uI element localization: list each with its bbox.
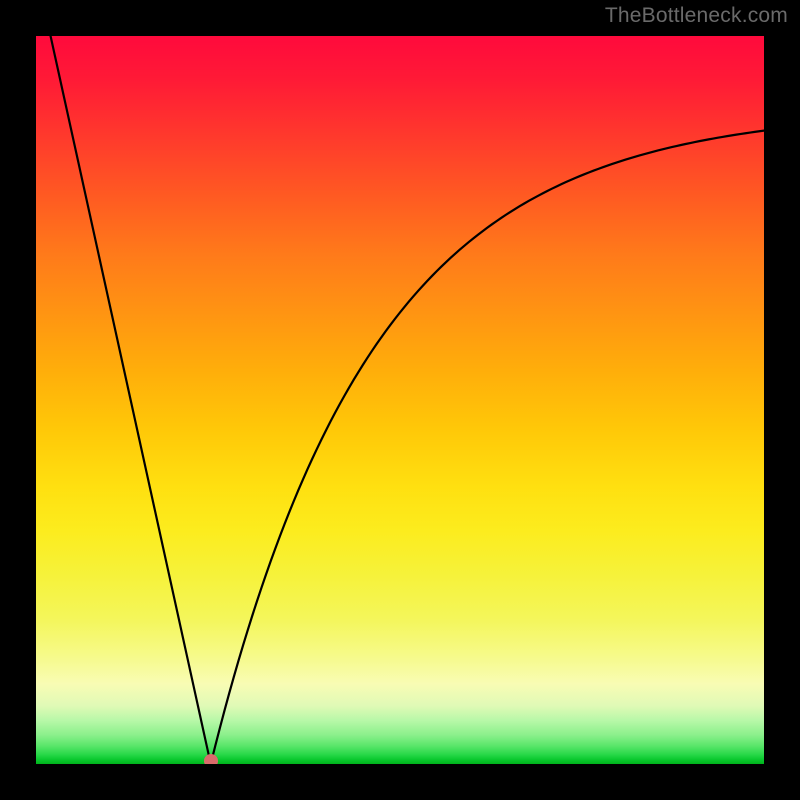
chart-curve	[36, 36, 764, 764]
chart-plot-area	[36, 36, 764, 764]
curve-minimum-marker	[204, 754, 218, 764]
watermark-text: TheBottleneck.com	[605, 4, 788, 28]
